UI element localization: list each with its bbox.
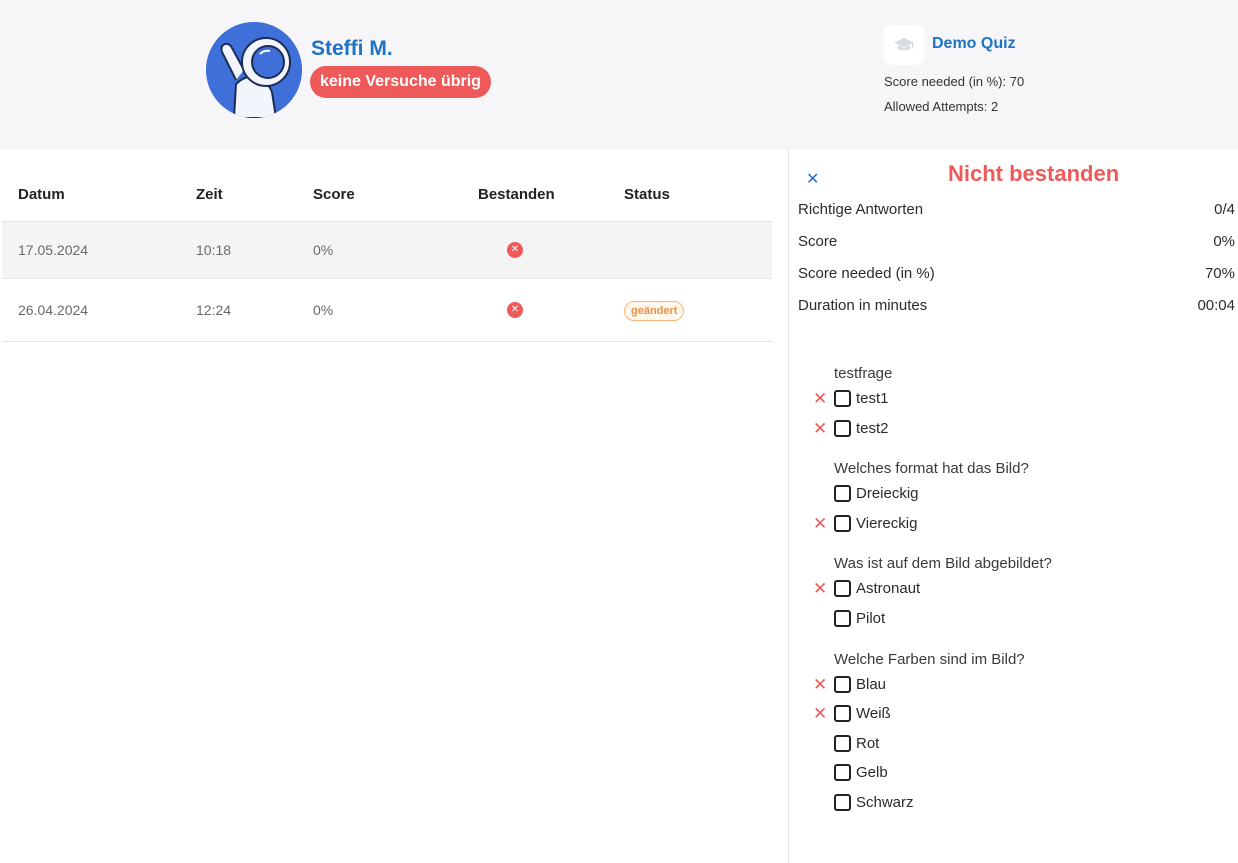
attempts-badge: keine Versuche übrig (310, 66, 491, 98)
answer-label: Weiß (856, 705, 891, 722)
answer-checkbox[interactable] (834, 764, 851, 781)
status-badge: geändert (624, 301, 685, 321)
question-title: testfrage (834, 365, 893, 382)
question-title: Welches format hat das Bild? (834, 460, 1029, 477)
answer-checkbox[interactable] (834, 580, 851, 597)
stat-label: Duration in minutes (798, 297, 928, 314)
column-header-score: Score (313, 186, 355, 203)
quiz-title[interactable]: Demo Quiz (932, 35, 1016, 53)
table-row[interactable]: 26.04.2024 12:24 0% ✕ geändert (2, 279, 772, 342)
astronaut-avatar (206, 22, 302, 118)
stat-value: 0% (1213, 233, 1235, 250)
close-icon[interactable]: ✕ (806, 169, 819, 189)
answer-label: Pilot (856, 610, 886, 627)
user-name: Steffi M. (311, 37, 393, 60)
column-header-bestanden: Bestanden (478, 186, 555, 203)
answer-checkbox[interactable] (834, 676, 851, 693)
answer-checkbox[interactable] (834, 420, 851, 437)
table-header: Datum Zeit Score Bestanden Status (2, 168, 772, 222)
answer-checkbox[interactable] (834, 515, 851, 532)
quiz-allowed-attempts: Allowed Attempts: 2 (884, 99, 999, 114)
wrong-mark-icon: ✕ (813, 675, 828, 694)
wrong-mark-icon: ✕ (813, 419, 828, 438)
profile-header: Steffi M. keine Versuche übrig Demo Quiz… (0, 0, 1238, 150)
stat-score-needed: Score needed (in %) 70% (798, 265, 1235, 287)
answer-label: Astronaut (856, 580, 921, 597)
answer-checkbox[interactable] (834, 390, 851, 407)
answer-label: test2 (856, 420, 889, 437)
answer-label: Dreieckig (856, 485, 919, 502)
result-title: Nicht bestanden (948, 161, 1120, 186)
answer-checkbox[interactable] (834, 794, 851, 811)
stat-label: Score needed (in %) (798, 265, 935, 282)
quiz-score-needed: Score needed (in %): 70 (884, 74, 1025, 89)
stat-label: Score (798, 233, 838, 250)
result-detail-panel: ✕ Nicht bestanden Richtige Antworten 0/4… (788, 150, 1238, 863)
failed-icon: ✕ (507, 242, 523, 258)
cell-score: 0% (313, 302, 334, 318)
stat-value: 00:04 (1197, 297, 1235, 314)
wrong-mark-icon: ✕ (813, 579, 828, 598)
attempts-table: Datum Zeit Score Bestanden Status 17.05.… (2, 168, 772, 342)
wrong-mark-icon: ✕ (813, 514, 828, 533)
stat-value: 0/4 (1214, 201, 1235, 218)
column-header-status: Status (624, 186, 670, 203)
stat-value: 70% (1204, 265, 1235, 282)
graduation-cap-icon (884, 25, 924, 65)
stat-label: Richtige Antworten (798, 201, 924, 218)
answer-label: test1 (856, 390, 889, 407)
answer-label: Schwarz (856, 794, 914, 811)
cell-score: 0% (313, 242, 334, 258)
stat-correct-answers: Richtige Antworten 0/4 (798, 201, 1235, 223)
answer-checkbox[interactable] (834, 705, 851, 722)
failed-icon: ✕ (507, 302, 523, 318)
question-title: Welche Farben sind im Bild? (834, 651, 1025, 668)
cell-zeit: 10:18 (196, 242, 232, 258)
column-header-zeit: Zeit (196, 186, 223, 203)
answer-label: Blau (856, 676, 887, 693)
wrong-mark-icon: ✕ (813, 389, 828, 408)
answer-label: Gelb (856, 764, 888, 781)
stat-score: Score 0% (798, 233, 1235, 255)
column-header-datum: Datum (18, 186, 65, 203)
cell-datum: 26.04.2024 (18, 302, 89, 318)
stat-duration: Duration in minutes 00:04 (798, 297, 1235, 319)
cell-zeit: 12:24 (196, 302, 232, 318)
answer-label: Rot (856, 735, 880, 752)
question-title: Was ist auf dem Bild abgebildet? (834, 555, 1052, 572)
answer-label: Viereckig (856, 515, 918, 532)
table-row[interactable]: 17.05.2024 10:18 0% ✕ (2, 222, 772, 279)
answer-checkbox[interactable] (834, 735, 851, 752)
wrong-mark-icon: ✕ (813, 704, 828, 723)
cell-datum: 17.05.2024 (18, 242, 89, 258)
answer-checkbox[interactable] (834, 485, 851, 502)
answer-checkbox[interactable] (834, 610, 851, 627)
